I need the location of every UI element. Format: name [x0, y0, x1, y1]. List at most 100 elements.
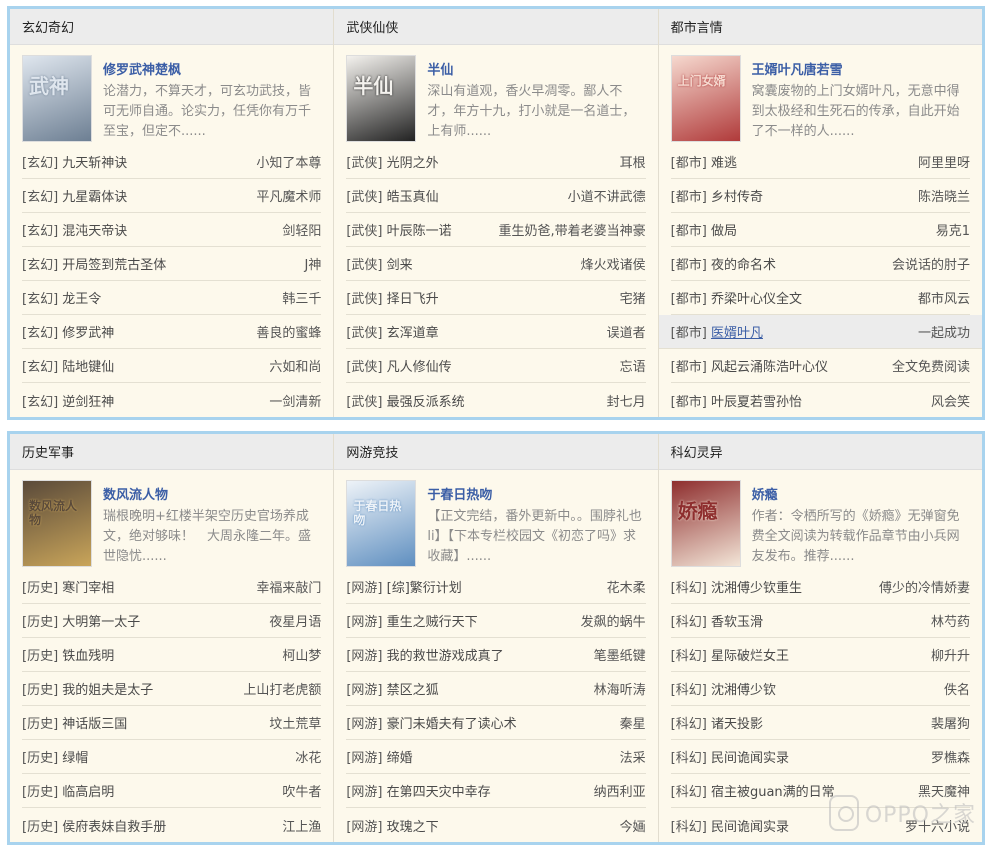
book-title-link[interactable]: [综]繁衍计划: [387, 581, 462, 596]
book-title-link[interactable]: 在第四天灾中幸存: [387, 785, 491, 800]
book-title-link[interactable]: 龙王令: [62, 292, 101, 307]
book-author-link[interactable]: 六如和尚: [269, 356, 321, 375]
book-title-link[interactable]: 香软玉滑: [711, 615, 763, 630]
book-title-link[interactable]: 玫瑰之下: [387, 820, 439, 835]
book-title-link[interactable]: 寒门宰相: [62, 581, 114, 596]
book-title-link[interactable]: 做局: [711, 224, 737, 239]
book-title-link[interactable]: 难逃: [711, 156, 737, 171]
book-title-link[interactable]: 开局签到荒古圣体: [62, 258, 166, 273]
book-title-link[interactable]: 风起云涌陈浩叶心仪: [711, 360, 828, 375]
book-title-link[interactable]: 叶辰陈一诺: [387, 224, 452, 239]
featured-book-title[interactable]: 数风流人物: [103, 484, 321, 503]
book-title-link[interactable]: 混沌天帝诀: [62, 224, 127, 239]
featured-book[interactable]: 娇瘾 娇瘾 作者：令栖所写的《娇瘾》无弹窗免费全文阅读为转载作品章节由小兵网友发布。…: [659, 470, 982, 570]
book-title-link[interactable]: 侯府表妹自救手册: [62, 820, 166, 835]
book-title-link[interactable]: 叶辰夏若雪孙怡: [711, 395, 802, 410]
book-cover-image[interactable]: 娇瘾: [670, 479, 741, 567]
book-title-link[interactable]: 夜的命名术: [711, 258, 776, 273]
book-author-link[interactable]: 封七月: [607, 391, 646, 410]
book-author-link[interactable]: 平凡魔术师: [256, 186, 321, 205]
book-author-link[interactable]: 韩三千: [282, 288, 321, 307]
book-title-link[interactable]: 缔婚: [387, 751, 413, 766]
book-title-link[interactable]: 沈湘傅少钦: [711, 683, 776, 698]
book-author-link[interactable]: 江上渔: [282, 816, 321, 835]
book-title-link[interactable]: 重生之贼行天下: [387, 615, 478, 630]
book-author-link[interactable]: 吹牛者: [282, 781, 321, 800]
book-title-link[interactable]: 光阴之外: [387, 156, 439, 171]
book-title-link[interactable]: 铁血残明: [62, 649, 114, 664]
book-author-link[interactable]: J神: [304, 254, 321, 273]
featured-book-title[interactable]: 修罗武神楚枫: [103, 59, 321, 78]
book-title-link[interactable]: 绿帽: [62, 751, 88, 766]
book-cover-image[interactable]: 半仙: [346, 54, 417, 142]
book-author-link[interactable]: 一剑清新: [269, 391, 321, 410]
featured-book[interactable]: 数风流人物 数风流人物 瑞根晚明+红楼半架空历史官场养成文，绝对够味！ 大周永隆二年…: [10, 470, 333, 570]
book-author-link[interactable]: 花木柔: [607, 577, 646, 596]
book-author-link[interactable]: 林海听涛: [594, 679, 646, 698]
book-author-link[interactable]: 发飙的蜗牛: [581, 611, 646, 630]
book-title-link[interactable]: 神话版三国: [62, 717, 127, 732]
book-author-link[interactable]: 罗樵森: [931, 747, 970, 766]
book-title-link[interactable]: 凡人修仙传: [387, 360, 452, 375]
book-author-link[interactable]: 冰花: [295, 747, 321, 766]
book-title-link[interactable]: 宿主被guan满的日常: [711, 785, 835, 800]
featured-book[interactable]: 上门女婿 王婿叶凡唐若雪 窝囊废物的上门女婿叶凡，无意中得到太极经和生死石的传承，自…: [659, 45, 982, 145]
book-author-link[interactable]: 上山打老虎额: [243, 679, 321, 698]
book-author-link[interactable]: 剑轻阳: [282, 220, 321, 239]
book-author-link[interactable]: 重生奶爸,带着老婆当神豪: [499, 220, 646, 239]
book-cover-image[interactable]: 武神: [22, 54, 92, 142]
book-cover-image[interactable]: 上门女婿: [670, 54, 741, 142]
book-author-link[interactable]: 忘语: [620, 356, 646, 375]
book-author-link[interactable]: 全文免费阅读: [892, 356, 970, 375]
book-title-link[interactable]: 九天斩神诀: [62, 156, 127, 171]
book-title-link[interactable]: 修罗武神: [62, 326, 114, 341]
book-title-link[interactable]: 皓玉真仙: [387, 190, 439, 205]
book-author-link[interactable]: 小道不讲武德: [568, 186, 646, 205]
book-title-link[interactable]: 最强反派系统: [387, 395, 465, 410]
book-author-link[interactable]: 佚名: [944, 679, 970, 698]
book-author-link[interactable]: 秦星: [620, 713, 646, 732]
book-author-link[interactable]: 易克1: [936, 220, 970, 239]
book-title-link[interactable]: 沈湘傅少钦重生: [711, 581, 802, 596]
book-title-link[interactable]: 豪门未婚夫有了读心术: [387, 717, 517, 732]
book-author-link[interactable]: 傅少的冷情娇妻: [879, 577, 970, 596]
book-author-link[interactable]: 烽火戏诸侯: [581, 254, 646, 273]
book-title-link[interactable]: 乡村传奇: [711, 190, 763, 205]
book-author-link[interactable]: 宅猪: [620, 288, 646, 307]
book-title-link[interactable]: 剑来: [387, 258, 413, 273]
featured-book[interactable]: 半仙 半仙 深山有道观，香火早凋零。鄙人不才，年方十九，打小就是一名道士，上有师..…: [334, 45, 657, 145]
book-cover-image[interactable]: 于春日热吻: [346, 479, 417, 567]
book-title-link[interactable]: 玄浑道章: [387, 326, 439, 341]
book-title-link[interactable]: 禁区之狐: [387, 683, 439, 698]
book-author-link[interactable]: 法采: [620, 747, 646, 766]
featured-book-title[interactable]: 半仙: [427, 59, 645, 78]
book-title-link[interactable]: 医婿叶凡: [711, 326, 763, 341]
book-author-link[interactable]: 裴屠狗: [931, 713, 970, 732]
book-cover-image[interactable]: 数风流人物: [22, 479, 92, 567]
book-title-link[interactable]: 择日飞升: [387, 292, 439, 307]
book-title-link[interactable]: 星际破烂女王: [711, 649, 789, 664]
book-author-link[interactable]: 会说话的肘子: [892, 254, 970, 273]
book-author-link[interactable]: 耳根: [620, 152, 646, 171]
book-title-link[interactable]: 民间诡闻实录: [711, 820, 789, 835]
book-author-link[interactable]: 夜星月语: [269, 611, 321, 630]
book-author-link[interactable]: 善良的蜜蜂: [256, 322, 321, 341]
book-author-link[interactable]: 柳升升: [931, 645, 970, 664]
book-title-link[interactable]: 大明第一太子: [62, 615, 140, 630]
book-title-link[interactable]: 乔梁叶心仪全文: [711, 292, 802, 307]
book-author-link[interactable]: 幸福来敲门: [256, 577, 321, 596]
book-author-link[interactable]: 坟土荒草: [269, 713, 321, 732]
featured-book-title[interactable]: 王婿叶凡唐若雪: [752, 59, 970, 78]
book-title-link[interactable]: 九星霸体诀: [62, 190, 127, 205]
book-author-link[interactable]: 阿里里呀: [918, 152, 970, 171]
featured-book-title[interactable]: 于春日热吻: [427, 484, 645, 503]
book-author-link[interactable]: 一起成功: [918, 322, 970, 341]
book-title-link[interactable]: 逆剑狂神: [62, 395, 114, 410]
book-author-link[interactable]: 陈浩晓兰: [918, 186, 970, 205]
book-title-link[interactable]: 临高启明: [62, 785, 114, 800]
book-author-link[interactable]: 误道者: [607, 322, 646, 341]
featured-book-title[interactable]: 娇瘾: [752, 484, 970, 503]
featured-book[interactable]: 于春日热吻 于春日热吻 【正文完结，番外更新中。。围脖礼也li】【下本专栏校园文《初…: [334, 470, 657, 570]
book-title-link[interactable]: 民间诡闻实录: [711, 751, 789, 766]
book-author-link[interactable]: 风会笑: [931, 391, 970, 410]
